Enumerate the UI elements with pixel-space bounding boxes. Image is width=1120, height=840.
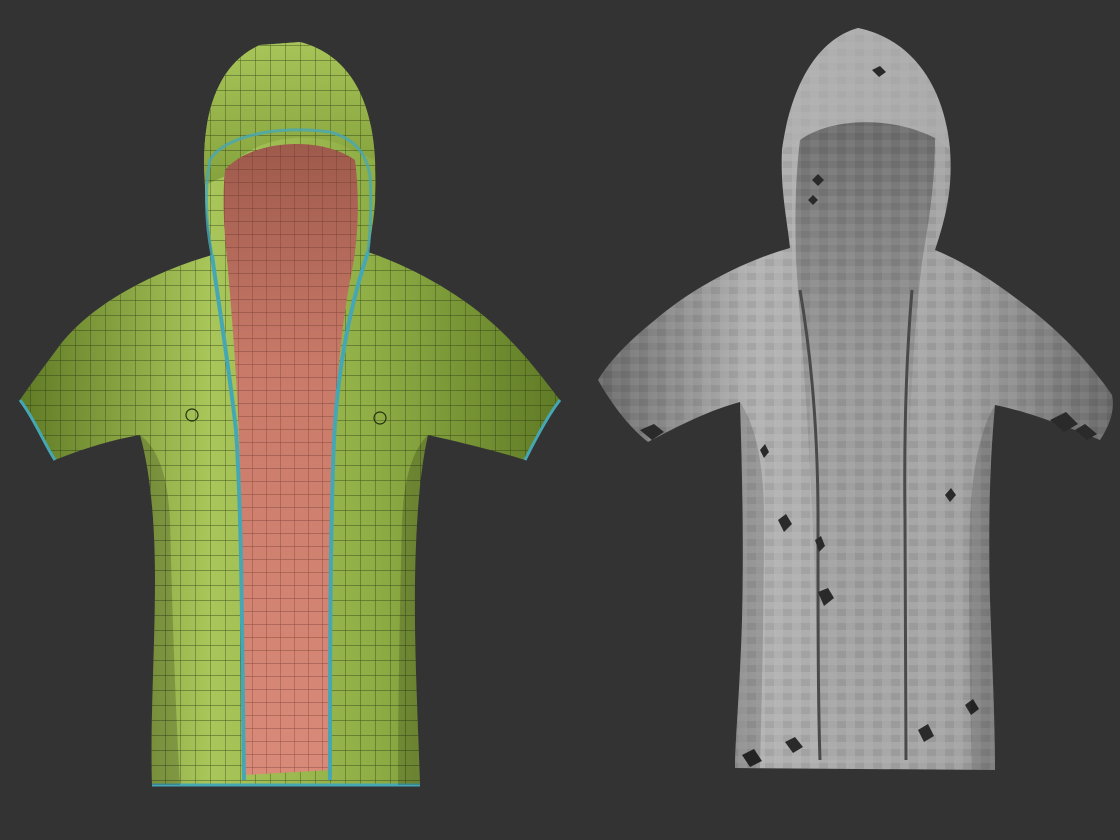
viewport[interactable]: [0, 0, 1120, 840]
retopo-hoodie-model[interactable]: [18, 42, 562, 787]
sculpt-hoodie-model[interactable]: [598, 28, 1113, 770]
scene-canvas: [18, 28, 1113, 787]
